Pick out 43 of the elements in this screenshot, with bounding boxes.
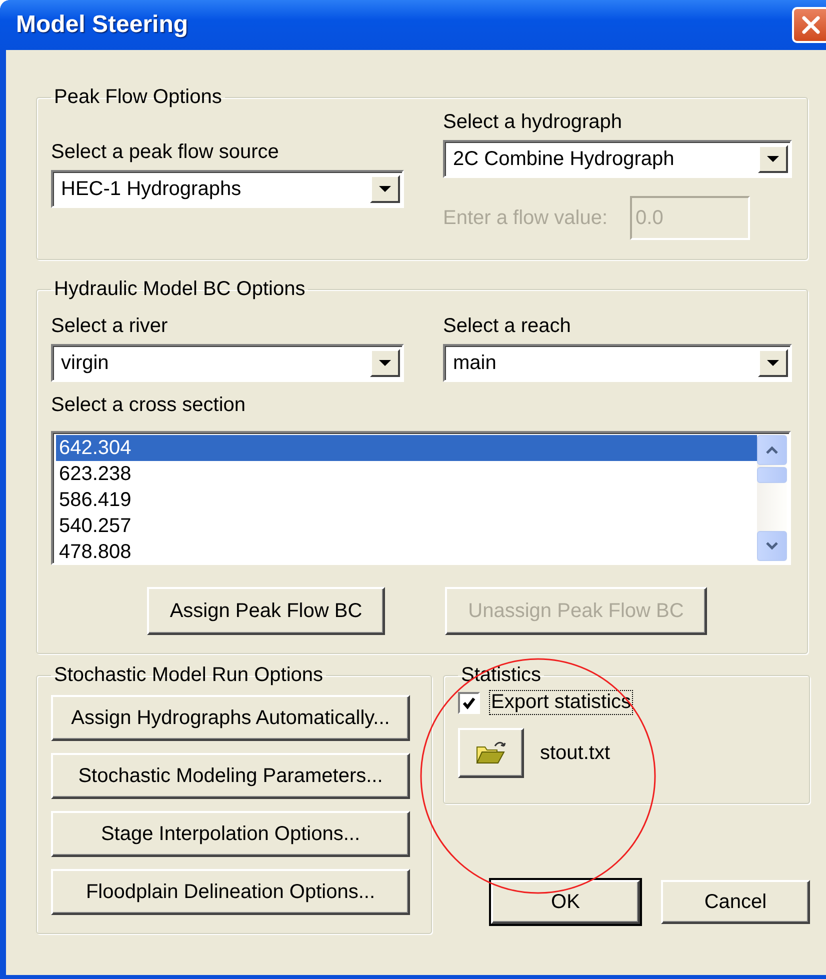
dropdown[interactable]: main [443,344,792,382]
scroll-down-button[interactable] [757,531,787,561]
checkbox[interactable] [458,692,480,714]
list-item[interactable]: 478.808 [56,539,757,561]
action-button[interactable]: Floodplain Delineation Options... [51,869,410,915]
field-label: Select a cross section [51,394,247,417]
dropdown[interactable]: virgin [51,344,404,382]
field-label: Select a hydrograph [443,111,624,134]
dialog-button[interactable]: Cancel [661,880,810,924]
checkmark-icon [462,696,476,710]
field-label: Enter a flow value: [443,206,608,230]
dropdown-button[interactable] [758,145,788,173]
field-label: Select a reach [443,315,572,338]
scroll-thumb[interactable] [757,467,787,483]
dropdown-button[interactable] [370,175,400,203]
action-button[interactable]: Assign Hydrographs Automatically... [51,695,410,741]
list-item[interactable]: 586.419 [56,487,757,513]
group-title: Hydraulic Model BC Options [53,278,306,301]
action-button[interactable]: Stochastic Modeling Parameters... [51,753,410,799]
group-title: Stochastic Model Run Options [53,664,324,687]
scroll-up-button[interactable] [757,435,787,465]
open-folder-button[interactable] [458,728,524,778]
list-box[interactable]: 642.304 623.238 586.419 540.257 478.808 [51,431,791,565]
action-button[interactable]: Stage Interpolation Options... [51,811,410,857]
window-title: Model Steering [16,11,188,39]
field-label: Select a river [51,315,169,338]
dropdown-button[interactable] [370,349,400,377]
list-item[interactable]: 623.238 [56,461,757,487]
chevron-up-icon [765,445,779,455]
action-button[interactable]: Assign Peak Flow BC [147,587,385,635]
close-button[interactable] [792,7,826,43]
dropdown[interactable]: 2C Combine Hydrograph [443,140,792,178]
dropdown-button[interactable] [758,349,788,377]
checkbox-label[interactable]: Export statistics [490,691,632,714]
field-label: Select a peak flow source [51,141,280,164]
dialog-button[interactable]: OK [491,880,640,924]
group-title: Peak Flow Options [53,86,223,109]
file-name: stout.txt [540,742,610,764]
chevron-down-icon [765,541,779,551]
list-item[interactable]: 642.304 [56,435,757,461]
close-icon [801,15,821,35]
list-item[interactable]: 540.257 [56,513,757,539]
dropdown[interactable]: HEC-1 Hydrographs [51,170,404,208]
